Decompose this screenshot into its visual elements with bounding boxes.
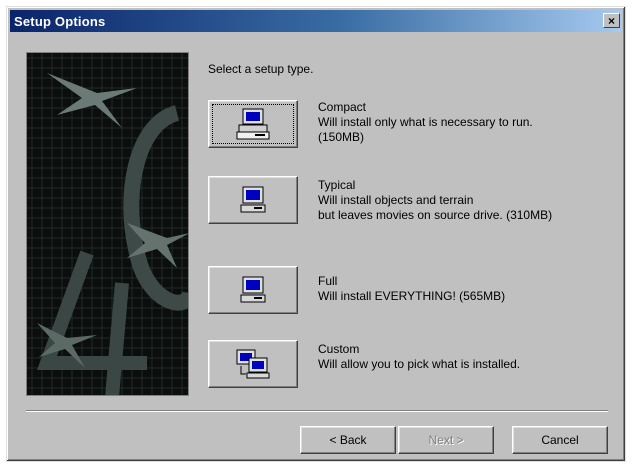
back-button[interactable]: < Back	[300, 426, 396, 454]
option-line: Will install objects and terrain	[318, 193, 474, 207]
option-title: Typical	[318, 178, 356, 192]
computer-drive-icon	[236, 108, 270, 140]
option-title: Compact	[318, 100, 367, 114]
compact-option-description: Compact Will install only what is necess…	[318, 100, 533, 145]
button-separator	[26, 410, 608, 412]
option-line: Will install only what is necessary to r…	[318, 115, 533, 129]
next-button[interactable]: Next >	[398, 426, 494, 454]
typical-option-button[interactable]	[208, 176, 298, 224]
option-title: Custom	[318, 342, 360, 356]
window-title: Setup Options	[14, 13, 106, 29]
custom-option-button[interactable]	[208, 340, 298, 388]
custom-option-description: Custom Will allow you to pick what is in…	[318, 342, 520, 372]
full-option-button[interactable]	[208, 266, 298, 314]
close-button[interactable]: ×	[603, 13, 620, 28]
option-line: Will install EVERYTHING! (565MB)	[318, 289, 506, 303]
compact-option-button[interactable]	[208, 100, 298, 148]
option-line: but leaves movies on source drive. (310M…	[318, 208, 553, 222]
typical-option-description: Typical Will install objects and terrain…	[318, 178, 552, 223]
full-option-description: Full Will install EVERYTHING! (565MB)	[318, 274, 505, 304]
close-icon: ×	[607, 13, 615, 28]
option-line: (150MB)	[318, 130, 365, 144]
cancel-button[interactable]: Cancel	[512, 426, 608, 454]
option-title: Full	[318, 274, 338, 288]
side-artwork-image	[26, 52, 189, 396]
computer-icon	[240, 186, 266, 213]
computer-select-icon	[236, 349, 270, 379]
title-bar[interactable]: Setup Options ×	[10, 10, 622, 32]
setup-type-prompt: Select a setup type.	[208, 62, 314, 76]
computer-icon	[240, 276, 266, 303]
option-line: Will allow you to pick what is installed…	[318, 357, 521, 371]
